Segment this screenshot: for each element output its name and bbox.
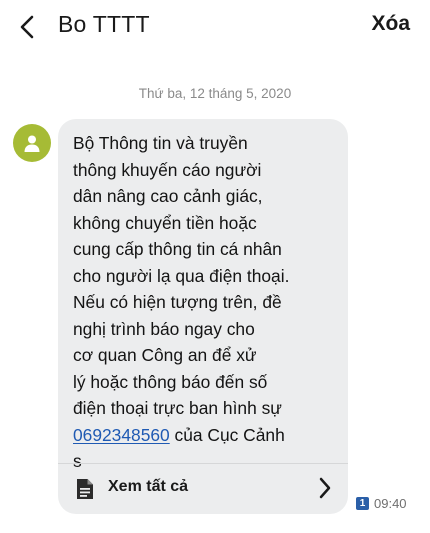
chevron-right-icon <box>319 477 331 499</box>
document-icon <box>77 479 93 499</box>
message-time: 09:40 <box>374 496 407 511</box>
person-icon <box>24 135 40 152</box>
message-bubble[interactable]: Bộ Thông tin và truyền thông khuyến cáo … <box>58 119 348 514</box>
see-all-button[interactable]: Xem tất cả <box>58 464 348 514</box>
sim-badge: 1 <box>356 497 369 510</box>
conversation-title: Bo TTTT <box>58 11 150 37</box>
arrow-left-icon <box>20 15 34 39</box>
message-text: Bộ Thông tin và truyền thông khuyến cáo … <box>73 130 348 475</box>
avatar[interactable] <box>13 124 51 162</box>
top-bar: Bo TTTT Xóa <box>0 0 430 56</box>
delete-button[interactable]: Xóa <box>371 12 410 36</box>
date-separator: Thứ ba, 12 tháng 5, 2020 <box>138 86 292 101</box>
message-meta: 1 09:40 <box>356 496 407 511</box>
message-body: Bộ Thông tin và truyền thông khuyến cáo … <box>73 133 290 418</box>
phone-number-link[interactable]: 0692348560 <box>73 425 170 445</box>
back-button[interactable] <box>10 8 44 46</box>
see-all-label: Xem tất cả <box>108 478 189 495</box>
